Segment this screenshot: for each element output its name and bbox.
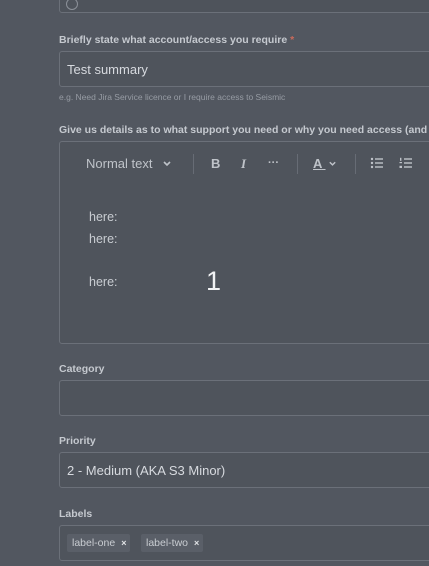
summary-input[interactable]: Test summary [59,51,429,87]
label-tag: label-one × [67,534,131,552]
details-editor[interactable]: Normal text B I ··· A here: here: here: [59,141,429,344]
remove-tag-icon[interactable]: × [194,538,199,548]
label-tag: label-two × [141,534,204,552]
text-style-label: Normal text [86,156,153,171]
label-tag-text: label-two [146,537,189,549]
numbered-list-icon[interactable] [399,157,413,169]
chevron-down-icon [163,161,171,167]
category-select[interactable] [59,380,429,416]
text-color-dropdown[interactable]: A [313,156,337,171]
remove-tag-icon[interactable]: × [121,538,126,548]
labels-input[interactable]: label-one × label-two × [59,525,429,561]
editor-line-2: here: [89,232,118,246]
summary-help-text: e.g. Need Jira Service licence or I requ… [59,92,286,102]
more-formatting-icon[interactable]: ··· [268,157,279,169]
chevron-down-icon [328,161,336,166]
editor-line-1: here: [89,210,118,224]
required-asterisk: * [290,34,295,46]
italic-icon[interactable]: I [241,156,246,172]
priority-label: Priority [59,435,96,447]
text-color-icon: A [313,156,322,171]
radio-button[interactable] [66,0,78,10]
top-radio-field[interactable] [59,0,429,13]
bold-icon[interactable]: B [211,156,220,171]
category-label: Category [59,363,105,375]
bullet-list-icon[interactable] [370,157,384,169]
toolbar-divider [297,154,298,174]
details-label: Give us details as to what support you n… [59,124,429,136]
priority-select[interactable]: 2 - Medium (AKA S3 Minor) [59,452,429,488]
label-tag-text: label-one [72,537,116,549]
labels-label: Labels [59,508,93,520]
text-style-dropdown[interactable]: Normal text [86,156,172,171]
summary-label: Briefly state what account/access you re… [59,34,294,46]
summary-label-text: Briefly state what account/access you re… [59,34,288,46]
step-number-overlay: 1 [206,266,222,296]
toolbar-divider [193,154,194,174]
toolbar-divider [355,154,356,174]
editor-line-3: here: [89,275,118,289]
